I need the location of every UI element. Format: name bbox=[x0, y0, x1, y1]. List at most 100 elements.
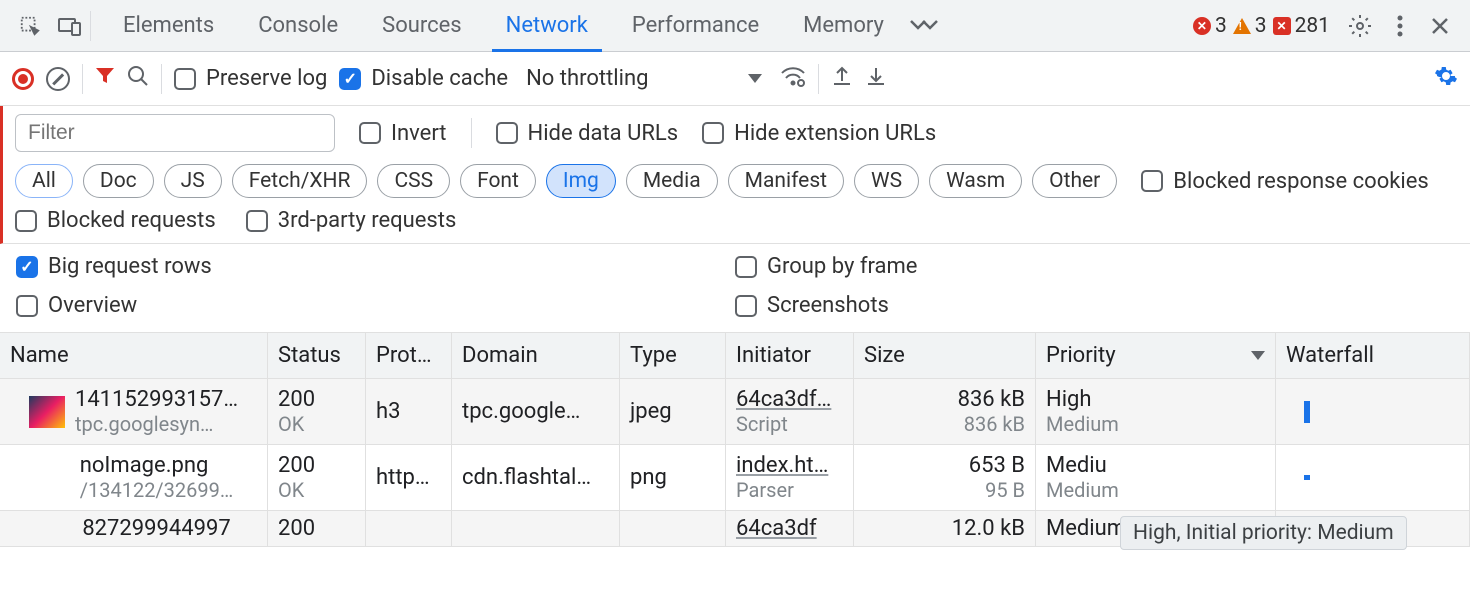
blocked-requests-checkbox[interactable]: Blocked requests bbox=[15, 208, 216, 233]
blocked-requests-label: Blocked requests bbox=[47, 208, 216, 233]
column-name[interactable]: Name bbox=[0, 333, 268, 378]
disable-cache-checkbox[interactable]: Disable cache bbox=[339, 66, 508, 91]
chip-media[interactable]: Media bbox=[626, 164, 718, 198]
throttling-select[interactable]: No throttling bbox=[520, 64, 768, 93]
issue-badge-count[interactable]: ✕ 281 bbox=[1273, 14, 1330, 38]
issue-counts[interactable]: ✕ 3 3 ✕ 281 bbox=[1193, 14, 1330, 38]
blocked-cookies-label: Blocked response cookies bbox=[1173, 169, 1429, 194]
chip-wasm[interactable]: Wasm bbox=[929, 164, 1022, 198]
checkbox-icon bbox=[735, 295, 757, 317]
chip-img[interactable]: Img bbox=[546, 164, 616, 198]
group-by-frame-checkbox[interactable]: Group by frame bbox=[735, 254, 1454, 279]
checkbox-icon bbox=[16, 256, 38, 278]
mime-type: jpeg bbox=[630, 399, 715, 424]
invert-checkbox[interactable]: Invert bbox=[359, 121, 447, 146]
kebab-menu-icon[interactable] bbox=[1380, 6, 1420, 46]
third-party-label: 3rd-party requests bbox=[278, 208, 457, 233]
device-toggle-icon[interactable] bbox=[50, 6, 90, 46]
initial-priority: Medium bbox=[1046, 412, 1265, 436]
chip-css[interactable]: CSS bbox=[377, 164, 450, 198]
column-waterfall[interactable]: Waterfall bbox=[1276, 333, 1470, 378]
checkbox-icon bbox=[15, 210, 37, 232]
chevron-down-icon bbox=[748, 74, 762, 83]
status-text: OK bbox=[278, 412, 355, 436]
more-tabs-icon[interactable] bbox=[906, 6, 946, 46]
devtools-tabstrip: Elements Console Sources Network Perform… bbox=[0, 0, 1470, 52]
tab-memory[interactable]: Memory bbox=[781, 0, 906, 52]
chip-other[interactable]: Other bbox=[1032, 164, 1117, 198]
settings-gear-icon[interactable] bbox=[1340, 6, 1380, 46]
network-settings-icon[interactable] bbox=[1434, 64, 1458, 94]
status-code: 200 bbox=[278, 453, 355, 478]
tab-performance[interactable]: Performance bbox=[610, 0, 781, 52]
network-conditions-icon[interactable] bbox=[780, 65, 806, 93]
warning-count-value: 3 bbox=[1255, 14, 1267, 38]
tab-console[interactable]: Console bbox=[236, 0, 360, 52]
network-toolbar: Preserve log Disable cache No throttling bbox=[0, 52, 1470, 106]
inspect-icon[interactable] bbox=[10, 6, 50, 46]
column-priority[interactable]: Priority bbox=[1036, 333, 1276, 378]
domain: tpc.google… bbox=[462, 399, 609, 424]
download-har-icon[interactable] bbox=[865, 65, 887, 93]
hide-extension-urls-checkbox[interactable]: Hide extension URLs bbox=[702, 121, 936, 146]
overview-checkbox[interactable]: Overview bbox=[16, 293, 735, 318]
warning-count[interactable]: 3 bbox=[1233, 14, 1267, 38]
checkbox-icon bbox=[174, 68, 196, 90]
column-domain[interactable]: Domain bbox=[452, 333, 620, 378]
error-count[interactable]: ✕ 3 bbox=[1193, 14, 1227, 38]
column-size[interactable]: Size bbox=[854, 333, 1036, 378]
issue-count-value: 281 bbox=[1295, 14, 1330, 38]
table-row[interactable]: noImage.png /134122/32699… 200 OK http… … bbox=[0, 445, 1470, 511]
view-options: Big request rows Overview Group by frame… bbox=[0, 244, 1470, 333]
big-request-rows-checkbox[interactable]: Big request rows bbox=[16, 254, 735, 279]
initiator-link[interactable]: index.ht… bbox=[736, 453, 843, 478]
chip-doc[interactable]: Doc bbox=[83, 164, 154, 198]
requests-table: Name Status Prot… Domain Type Initiator … bbox=[0, 333, 1470, 547]
column-status[interactable]: Status bbox=[268, 333, 366, 378]
chip-ws[interactable]: WS bbox=[854, 164, 919, 198]
column-protocol[interactable]: Prot… bbox=[366, 333, 452, 378]
preserve-log-checkbox[interactable]: Preserve log bbox=[174, 66, 327, 91]
preserve-log-label: Preserve log bbox=[206, 66, 327, 91]
chip-js[interactable]: JS bbox=[164, 164, 222, 198]
record-button[interactable] bbox=[12, 68, 34, 90]
sort-desc-icon bbox=[1251, 351, 1265, 360]
checkbox-icon bbox=[735, 256, 757, 278]
chip-font[interactable]: Font bbox=[460, 164, 536, 198]
screenshots-checkbox[interactable]: Screenshots bbox=[735, 293, 1454, 318]
checkbox-icon bbox=[246, 210, 268, 232]
filter-toggle-icon[interactable] bbox=[95, 66, 115, 92]
checkbox-icon bbox=[339, 68, 361, 90]
initiator-link[interactable]: 64ca3df bbox=[736, 516, 843, 541]
chip-fetch-xhr[interactable]: Fetch/XHR bbox=[232, 164, 368, 198]
domain: cdn.flashtal… bbox=[462, 465, 609, 490]
divider bbox=[90, 11, 91, 41]
tab-network[interactable]: Network bbox=[484, 0, 610, 52]
initiator-link[interactable]: 64ca3df… bbox=[736, 387, 843, 412]
table-row[interactable]: 141152993157… tpc.googlesyn… 200 OK h3 t… bbox=[0, 379, 1470, 445]
divider bbox=[471, 118, 472, 148]
search-icon[interactable] bbox=[127, 65, 149, 93]
hide-data-urls-checkbox[interactable]: Hide data URLs bbox=[496, 121, 679, 146]
request-name: 827299944997 bbox=[82, 516, 230, 541]
resource-type-chips: All Doc JS Fetch/XHR CSS Font Img Media … bbox=[15, 164, 1458, 198]
tab-sources[interactable]: Sources bbox=[360, 0, 484, 52]
filter-input[interactable] bbox=[15, 114, 335, 152]
priority: Mediu bbox=[1046, 453, 1265, 478]
chip-manifest[interactable]: Manifest bbox=[728, 164, 844, 198]
column-type[interactable]: Type bbox=[620, 333, 726, 378]
clear-button[interactable] bbox=[46, 67, 70, 91]
chip-all[interactable]: All bbox=[15, 164, 73, 198]
table-header: Name Status Prot… Domain Type Initiator … bbox=[0, 333, 1470, 379]
close-devtools-icon[interactable] bbox=[1420, 6, 1460, 46]
resource-size: 836 kB bbox=[964, 412, 1025, 436]
priority: High bbox=[1046, 387, 1265, 412]
tab-elements[interactable]: Elements bbox=[101, 0, 236, 52]
blocked-cookies-checkbox[interactable]: Blocked response cookies bbox=[1141, 169, 1429, 194]
upload-har-icon[interactable] bbox=[831, 65, 853, 93]
transfer-size: 836 kB bbox=[958, 387, 1025, 412]
request-name: 141152993157… bbox=[75, 387, 238, 412]
mime-type: png bbox=[630, 465, 715, 490]
column-initiator[interactable]: Initiator bbox=[726, 333, 854, 378]
third-party-checkbox[interactable]: 3rd-party requests bbox=[246, 208, 457, 233]
